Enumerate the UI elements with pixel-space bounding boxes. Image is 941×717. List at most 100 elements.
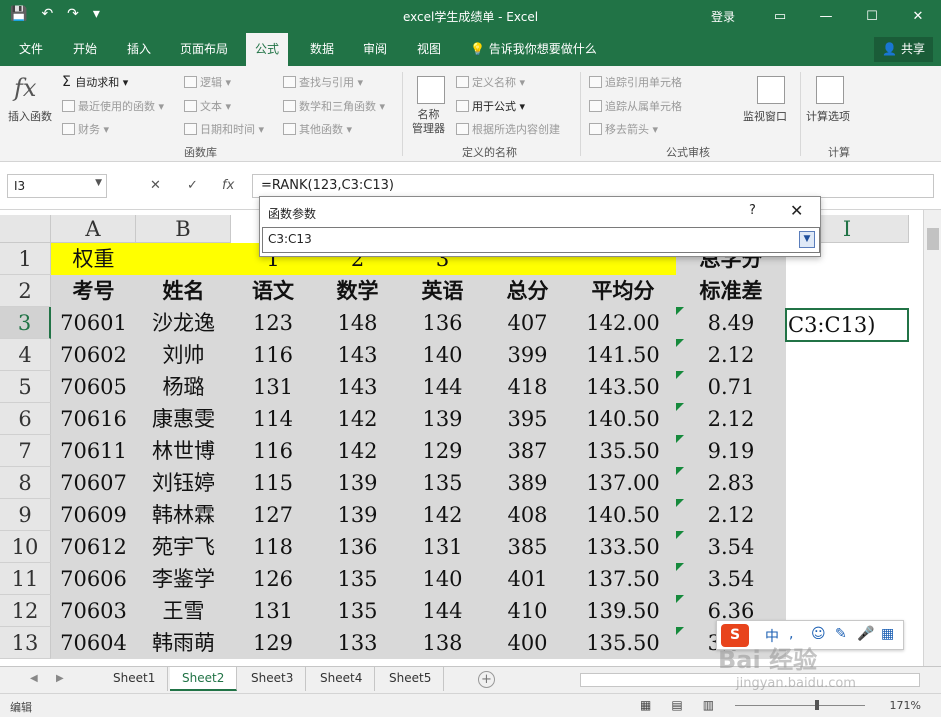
table-cell[interactable]: 142 bbox=[315, 435, 400, 467]
next-sheet-icon[interactable]: ▶ bbox=[56, 673, 64, 684]
tab-file[interactable]: 文件 bbox=[10, 33, 52, 66]
table-cell[interactable]: 刘帅 bbox=[136, 339, 231, 371]
page-layout-view-icon[interactable]: ▤ bbox=[671, 698, 682, 712]
table-cell[interactable]: 135 bbox=[400, 467, 485, 499]
sheet-tab-2[interactable]: Sheet2 bbox=[170, 667, 238, 691]
table-cell[interactable]: 137.50 bbox=[570, 563, 676, 595]
table-cell[interactable]: 沙龙逸 bbox=[136, 307, 231, 339]
table-cell[interactable]: 139 bbox=[315, 499, 400, 531]
dialog-close-button[interactable]: ✕ bbox=[790, 201, 803, 220]
table-cell[interactable]: 韩林霖 bbox=[136, 499, 231, 531]
table-cell[interactable]: 408 bbox=[485, 499, 570, 531]
column-title[interactable]: 总分 bbox=[485, 275, 570, 307]
insert-function-button[interactable]: 插入函数 bbox=[8, 108, 52, 124]
table-cell[interactable]: 140 bbox=[400, 563, 485, 595]
microphone-icon[interactable]: 🎤 bbox=[857, 626, 874, 642]
recent-functions-button[interactable]: 最近使用的函数 ▾ bbox=[62, 98, 164, 114]
table-cell[interactable]: 139 bbox=[400, 403, 485, 435]
tab-data[interactable]: 数据 bbox=[301, 33, 343, 66]
cancel-button[interactable]: ✕ bbox=[150, 178, 161, 193]
table-cell[interactable]: 133.50 bbox=[570, 531, 676, 563]
table-cell[interactable]: 9.19 bbox=[676, 435, 786, 467]
table-cell[interactable]: 138 bbox=[400, 627, 485, 659]
math-button[interactable]: 数学和三角函数 ▾ bbox=[283, 98, 385, 114]
table-cell[interactable]: 136 bbox=[400, 307, 485, 339]
table-cell[interactable]: 141.50 bbox=[570, 339, 676, 371]
table-cell[interactable]: 2.12 bbox=[676, 339, 786, 371]
column-header-b[interactable]: B bbox=[136, 215, 231, 243]
table-cell[interactable]: 2.83 bbox=[676, 467, 786, 499]
share-button[interactable]: 👤 共享 bbox=[874, 37, 933, 62]
table-cell[interactable]: 142 bbox=[315, 403, 400, 435]
table-cell[interactable]: 70616 bbox=[51, 403, 136, 435]
table-cell[interactable]: 70601 bbox=[51, 307, 136, 339]
table-cell[interactable]: 3.54 bbox=[676, 531, 786, 563]
row-header[interactable]: 10 bbox=[0, 531, 51, 563]
table-cell[interactable]: 410 bbox=[485, 595, 570, 627]
row-header[interactable]: 5 bbox=[0, 371, 51, 403]
sheet-tab-4[interactable]: Sheet4 bbox=[308, 667, 376, 691]
table-cell[interactable]: 70611 bbox=[51, 435, 136, 467]
normal-view-icon[interactable]: ▦ bbox=[640, 698, 651, 712]
row-header[interactable]: 8 bbox=[0, 467, 51, 499]
tell-me-search[interactable]: 💡 告诉我你想要做什么 bbox=[470, 33, 597, 66]
table-cell[interactable]: 苑宇飞 bbox=[136, 531, 231, 563]
table-cell[interactable]: 70609 bbox=[51, 499, 136, 531]
expand-dialog-icon[interactable]: ▼ bbox=[799, 231, 815, 248]
table-cell[interactable]: 2.12 bbox=[676, 403, 786, 435]
table-cell[interactable]: 387 bbox=[485, 435, 570, 467]
logical-button[interactable]: 逻辑 ▾ bbox=[184, 74, 231, 90]
tab-insert[interactable]: 插入 bbox=[118, 33, 160, 66]
select-all-corner[interactable] bbox=[0, 215, 51, 243]
table-cell[interactable]: 131 bbox=[231, 371, 315, 403]
table-cell[interactable]: 权重 bbox=[51, 243, 136, 275]
table-cell[interactable]: 116 bbox=[231, 339, 315, 371]
table-cell[interactable]: 135 bbox=[315, 563, 400, 595]
prev-sheet-icon[interactable]: ◀ bbox=[30, 673, 38, 684]
trace-dependents-button[interactable]: 追踪从属单元格 bbox=[589, 98, 682, 114]
sheet-tab-5[interactable]: Sheet5 bbox=[377, 667, 445, 691]
formula-input[interactable]: =RANK(123,C3:C13) bbox=[252, 174, 934, 198]
table-cell[interactable]: 70602 bbox=[51, 339, 136, 371]
financial-button[interactable]: 财务 ▾ bbox=[62, 121, 109, 137]
toolbox-icon[interactable]: ▦ bbox=[881, 626, 894, 642]
column-title[interactable]: 平均分 bbox=[570, 275, 676, 307]
worksheet-grid[interactable]: A B I 1 2 3 4 5 6 7 8 9 10 11 12 13 权重 1 2 3 总学分 考号 姓名 语文 数学英… bbox=[0, 210, 941, 666]
row-header[interactable]: 9 bbox=[0, 499, 51, 531]
column-title[interactable]: 数学 bbox=[315, 275, 400, 307]
minimize-icon[interactable]: — bbox=[803, 0, 849, 33]
zoom-level[interactable]: 171% bbox=[890, 699, 921, 712]
autosum-button[interactable]: Σ 自动求和 ▾ bbox=[62, 74, 128, 90]
table-cell[interactable]: 127 bbox=[231, 499, 315, 531]
scroll-thumb[interactable] bbox=[927, 228, 939, 250]
row-header[interactable]: 13 bbox=[0, 627, 51, 659]
table-cell[interactable]: 3.54 bbox=[676, 563, 786, 595]
column-title[interactable]: 标准差 bbox=[676, 275, 786, 307]
table-cell[interactable]: 385 bbox=[485, 531, 570, 563]
table-cell[interactable]: 70606 bbox=[51, 563, 136, 595]
table-cell[interactable]: 144 bbox=[400, 371, 485, 403]
active-cell-editor[interactable]: C3:C13) bbox=[785, 308, 909, 342]
table-cell[interactable]: 136 bbox=[315, 531, 400, 563]
table-cell[interactable]: 刘钰婷 bbox=[136, 467, 231, 499]
ribbon-display-icon[interactable]: ▭ bbox=[757, 0, 803, 33]
table-cell[interactable]: 135 bbox=[315, 595, 400, 627]
tab-review[interactable]: 审阅 bbox=[354, 33, 396, 66]
sheet-tab-1[interactable]: Sheet1 bbox=[101, 667, 169, 691]
table-cell[interactable]: 139.50 bbox=[570, 595, 676, 627]
calc-options-button[interactable]: 计算选项 bbox=[806, 108, 850, 124]
name-box[interactable]: I3 ▼ bbox=[7, 174, 107, 198]
range-input[interactable]: C3:C13 ▼ bbox=[262, 227, 820, 253]
table-cell[interactable]: 143.50 bbox=[570, 371, 676, 403]
enter-button[interactable]: ✓ bbox=[187, 178, 198, 193]
name-manager-button[interactable]: 名称 管理器 bbox=[412, 108, 445, 136]
table-cell[interactable]: 118 bbox=[231, 531, 315, 563]
table-cell[interactable]: 114 bbox=[231, 403, 315, 435]
table-cell[interactable]: 407 bbox=[485, 307, 570, 339]
table-cell[interactable]: 李鉴学 bbox=[136, 563, 231, 595]
table-cell[interactable]: 131 bbox=[231, 595, 315, 627]
login-link[interactable]: 登录 bbox=[711, 8, 735, 25]
table-cell[interactable]: 144 bbox=[400, 595, 485, 627]
tab-formulas[interactable]: 公式 bbox=[246, 33, 289, 66]
table-cell[interactable]: 135.50 bbox=[570, 435, 676, 467]
